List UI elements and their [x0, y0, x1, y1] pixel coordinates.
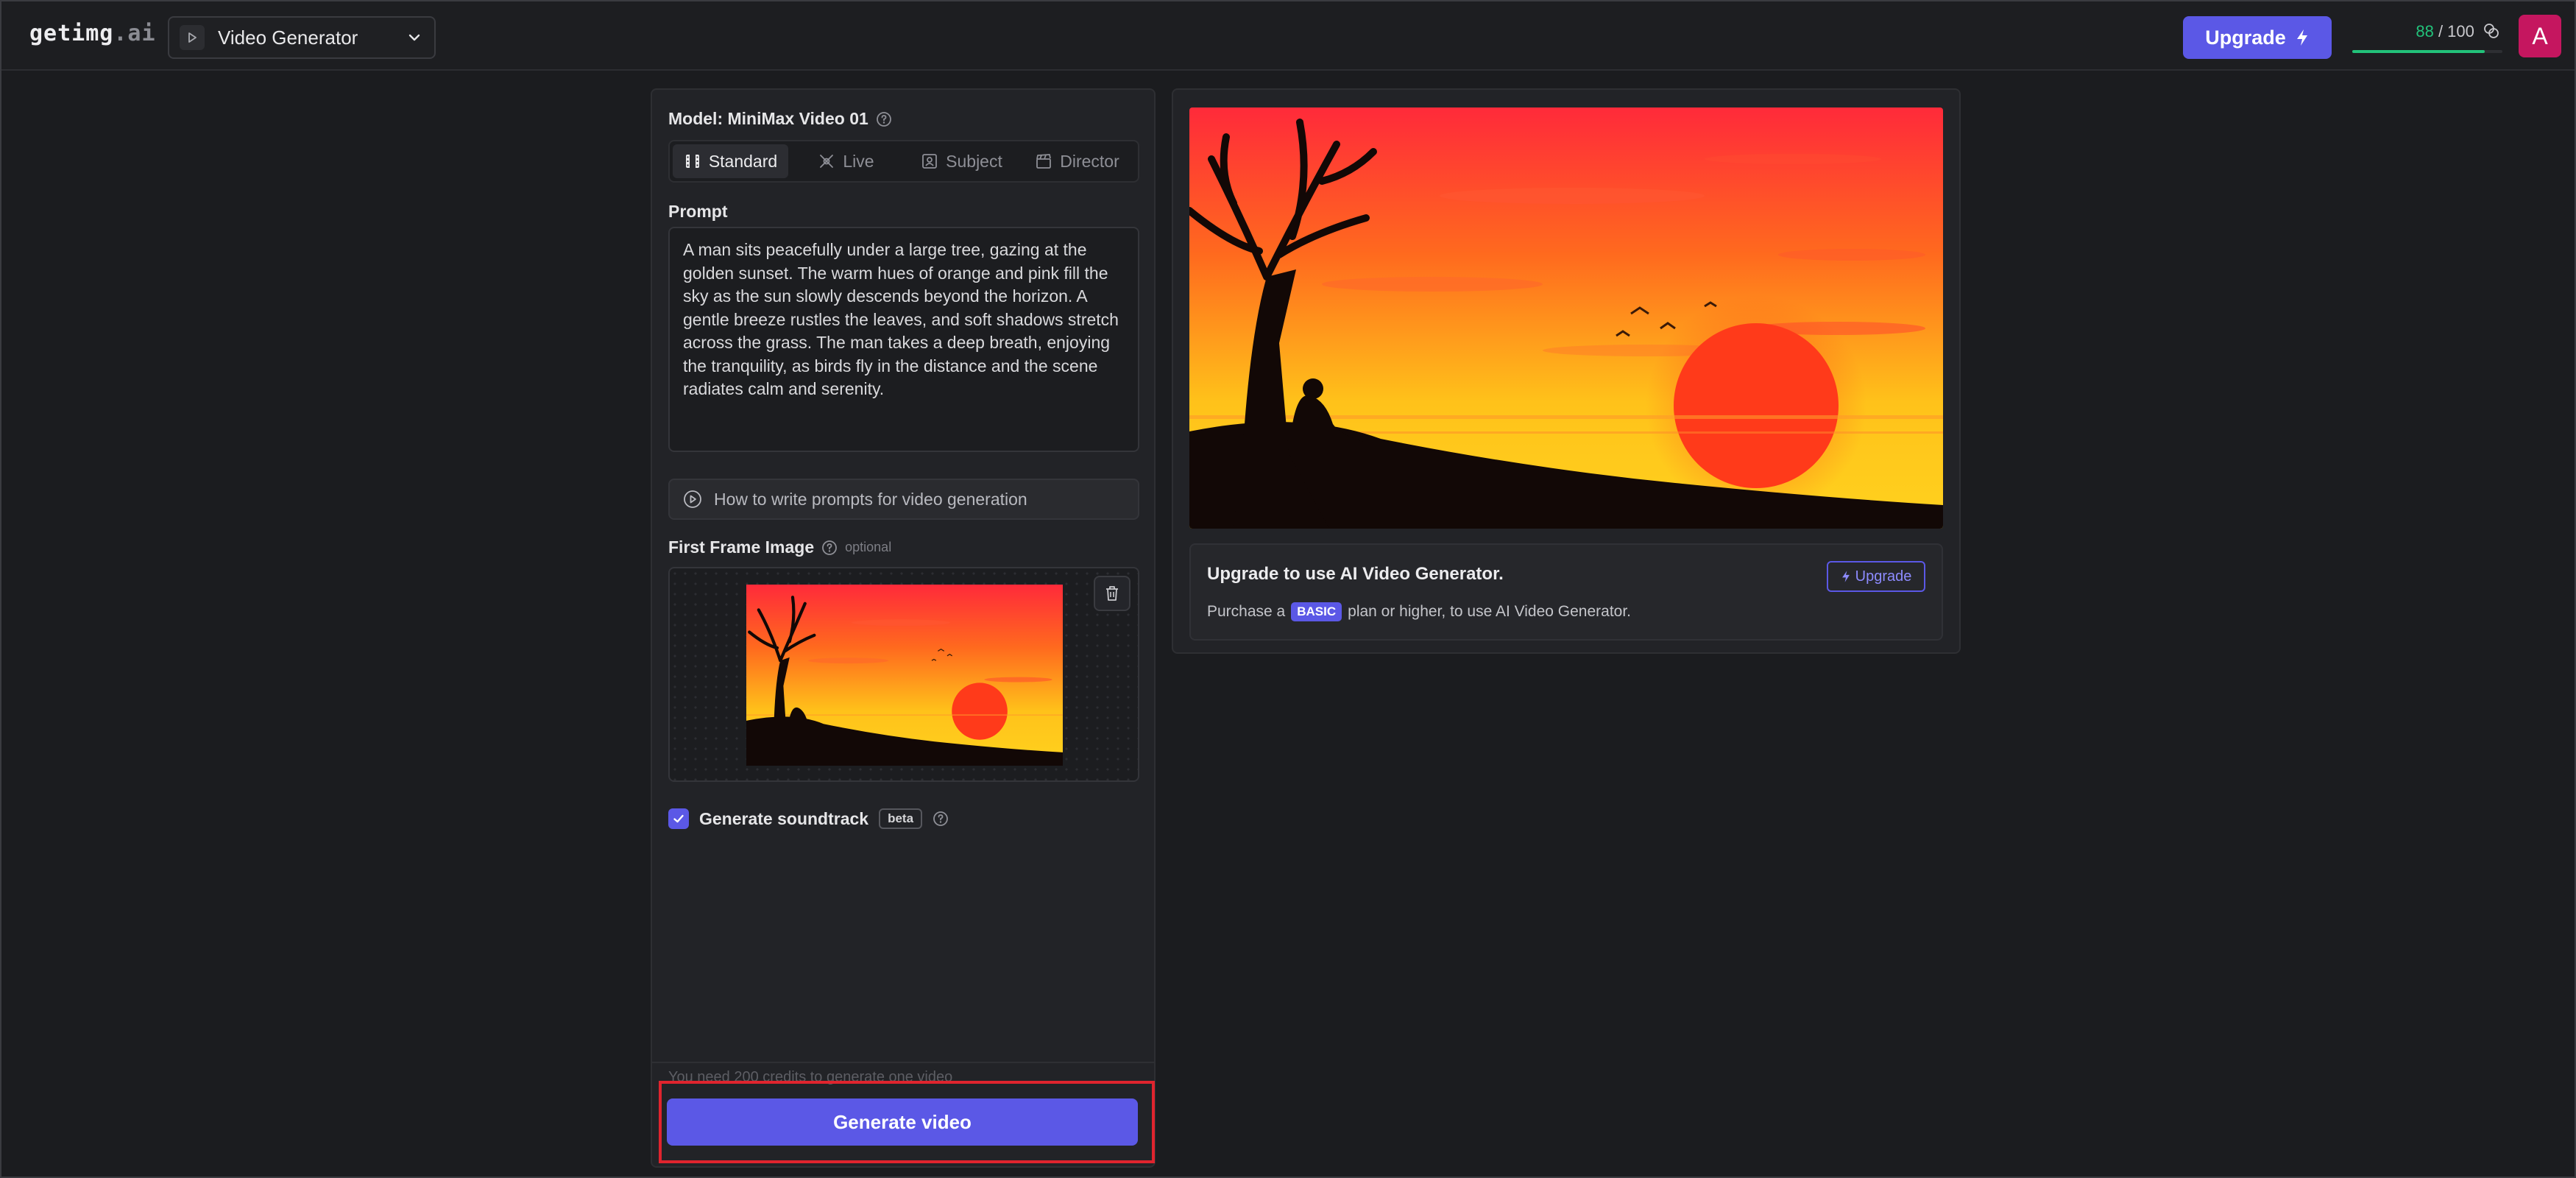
soundtrack-checkbox[interactable] [668, 808, 689, 829]
credits-total: / 100 [2438, 22, 2474, 40]
soundtrack-label: Generate soundtrack [699, 808, 869, 828]
sparkle-live-icon [820, 155, 834, 168]
logo-main: getimg [29, 21, 114, 46]
tab-label: Live [843, 151, 874, 171]
upgrade-card-desc-after: plan or higher, to use AI Video Generato… [1348, 603, 1632, 620]
lightning-icon [2296, 29, 2307, 46]
soundtrack-option: Generate soundtrack beta [668, 808, 949, 829]
upgrade-card-title: Upgrade to use AI Video Generator. [1207, 564, 1504, 584]
credits-readout: 88 / 100 [2416, 22, 2499, 41]
card-upgrade-label: Upgrade [1855, 568, 1912, 585]
upgrade-card-desc-before: Purchase a [1207, 603, 1286, 620]
credits-used: 88 [2416, 22, 2434, 40]
basic-plan-badge: BASIC [1291, 602, 1342, 621]
tab-label: Director [1060, 151, 1119, 171]
credits-meter[interactable]: 88 / 100 [2352, 19, 2507, 54]
logo-suffix: .ai [113, 21, 156, 46]
upgrade-card-description: Purchase a BASIC plan or higher, to use … [1207, 602, 1631, 621]
tab-label: Subject [946, 151, 1002, 171]
trash-icon [1106, 586, 1118, 601]
coins-icon [2484, 24, 2499, 38]
clapperboard-icon [1036, 154, 1052, 169]
delete-image-button[interactable] [1094, 576, 1130, 611]
top-bar: getimg.ai Video Generator Upgrade 88 / 1… [1, 1, 2575, 71]
app-window: getimg.ai Video Generator Upgrade 88 / 1… [0, 0, 2576, 1178]
credits-bar-fill [2352, 50, 2485, 53]
play-circle-icon [684, 490, 701, 508]
mode-tabs: Standard Live Subject Director [668, 140, 1139, 183]
model-label: Model: MiniMax Video 01 [668, 109, 892, 129]
beta-badge: beta [879, 808, 923, 829]
first-frame-dropzone[interactable] [668, 567, 1139, 782]
first-frame-title: First Frame Image optional [668, 537, 891, 557]
play-icon [180, 25, 205, 50]
tab-label: Standard [708, 151, 778, 171]
help-icon[interactable] [933, 811, 949, 827]
check-icon [673, 814, 684, 823]
credits-bar [2352, 50, 2502, 53]
help-icon[interactable] [876, 111, 892, 127]
first-frame-thumbnail [746, 585, 1063, 766]
model-label-text: Model: MiniMax Video 01 [668, 109, 868, 128]
video-preview [1189, 107, 1943, 529]
howto-label: How to write prompts for video generatio… [714, 489, 1027, 509]
preview-panel: Upgrade to use AI Video Generator. Purch… [1172, 88, 1961, 654]
tool-select-value: Video Generator [218, 26, 358, 49]
settings-panel: Model: MiniMax Video 01 Standard Live Su… [651, 88, 1156, 1168]
tab-director[interactable]: Director [1019, 144, 1135, 178]
film-icon [685, 155, 699, 168]
chevron-down-icon [408, 34, 420, 41]
tab-standard[interactable]: Standard [673, 144, 788, 178]
generate-video-button[interactable]: Generate video [667, 1098, 1138, 1146]
card-upgrade-button[interactable]: Upgrade [1827, 561, 1925, 592]
panel-footer-divider [652, 1062, 1154, 1063]
portrait-icon [922, 154, 938, 169]
avatar[interactable]: A [2519, 15, 2561, 57]
prompt-textarea[interactable]: A man sits peacefully under a large tree… [668, 227, 1139, 452]
tab-subject[interactable]: Subject [904, 144, 1019, 178]
upgrade-notice-card: Upgrade to use AI Video Generator. Purch… [1189, 543, 1943, 641]
howto-link[interactable]: How to write prompts for video generatio… [668, 479, 1139, 520]
logo[interactable]: getimg.ai [29, 21, 156, 46]
optional-label: optional [845, 540, 892, 554]
prompt-title: Prompt [668, 202, 728, 221]
header-upgrade-button[interactable]: Upgrade [2183, 16, 2332, 59]
tool-select-dropdown[interactable]: Video Generator [168, 16, 436, 59]
header-upgrade-label: Upgrade [2205, 26, 2286, 49]
help-icon[interactable] [821, 540, 838, 556]
first-frame-title-text: First Frame Image [668, 537, 815, 557]
lightning-icon [1841, 571, 1850, 582]
tab-live[interactable]: Live [788, 144, 904, 178]
